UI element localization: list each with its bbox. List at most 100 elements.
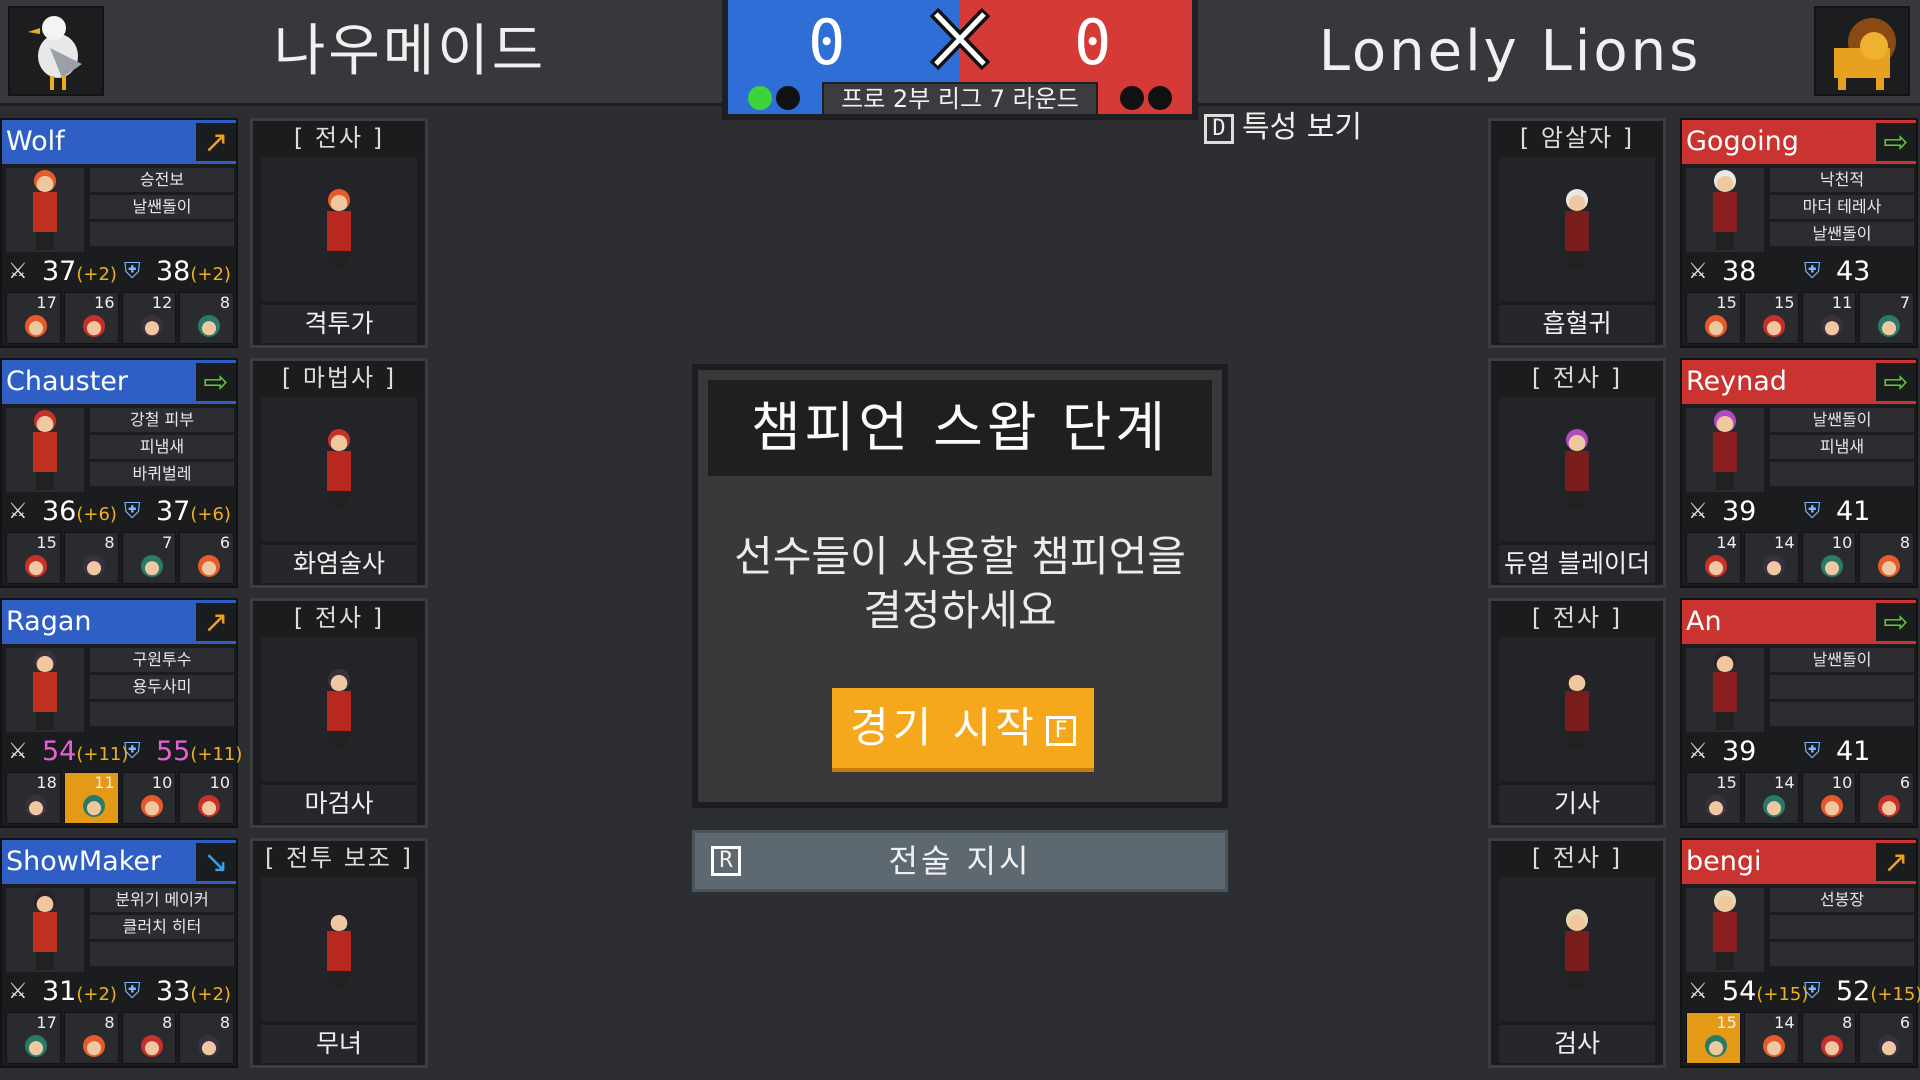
sprite-body bbox=[1713, 432, 1737, 472]
left-player-card[interactable]: ShowMaker ↘ 분위기 메이커 클러치 히터 ⚔ 31(+2) ⛨ 33(+2) 17 8… bbox=[0, 838, 238, 1068]
champion-mastery-row: 15 14 8 6 bbox=[1686, 1012, 1914, 1064]
champion-mastery-slot[interactable]: 15 bbox=[1743, 292, 1799, 344]
right-player-card[interactable]: Reynad ⇨ 날쌘돌이 피냄새 ⚔ 39 ⛨ 41 14 14 10 8 bbox=[1680, 358, 1918, 588]
defense-value: 41 bbox=[1836, 496, 1870, 531]
right-win-dot-2 bbox=[1148, 86, 1172, 110]
sprite-body bbox=[33, 432, 57, 472]
sprite-body bbox=[327, 691, 351, 731]
sprite-body bbox=[1565, 691, 1589, 731]
shield-icon: ⛨ bbox=[124, 739, 141, 764]
champion-sprite bbox=[325, 189, 353, 269]
defense-number: 55 bbox=[156, 736, 191, 767]
champion-sprite bbox=[1563, 909, 1591, 989]
champion-mastery-slot[interactable]: 10 bbox=[179, 772, 234, 824]
role-label: [ 전사 ] bbox=[1491, 361, 1663, 395]
champion-mastery-slot[interactable]: 6 bbox=[1859, 1012, 1914, 1064]
left-champion-slot[interactable]: [ 전사 ] 마검사 bbox=[250, 598, 428, 828]
left-score: 0 bbox=[808, 6, 846, 79]
champion-mastery-slot[interactable]: 14 bbox=[1686, 532, 1741, 584]
champion-mastery-slot[interactable]: 10 bbox=[1801, 772, 1857, 824]
champion-mastery-row: 15 15 11 7 bbox=[1686, 292, 1914, 344]
champion-sprite bbox=[31, 890, 59, 970]
champion-mastery-slot[interactable]: 6 bbox=[179, 532, 234, 584]
player-portrait bbox=[1686, 648, 1764, 732]
right-champion-slot[interactable]: [ 전사 ] 듀얼 블레이더 bbox=[1488, 358, 1666, 588]
champion-mastery-slot[interactable]: 15 bbox=[1686, 772, 1741, 824]
left-champion-slot[interactable]: [ 마법사 ] 화염술사 bbox=[250, 358, 428, 588]
champion-face-icon bbox=[198, 795, 221, 817]
champion-mastery-slot[interactable]: 8 bbox=[179, 1012, 234, 1064]
sprite-head bbox=[34, 410, 56, 432]
champion-mastery-slot[interactable]: 8 bbox=[63, 1012, 119, 1064]
right-player-card[interactable]: bengi ↗ 선봉장 ⚔ 54(+15) ⛨ 52(+15) 15 14 8 6 bbox=[1680, 838, 1920, 1068]
attack-bonus: (+15) bbox=[1756, 984, 1809, 1005]
sprite-legs bbox=[1568, 491, 1586, 509]
f-key-icon: F bbox=[1045, 715, 1076, 746]
champion-mastery-slot[interactable]: 17 bbox=[6, 1012, 61, 1064]
champion-mastery-slot[interactable]: 17 bbox=[6, 292, 61, 344]
left-champion-slot[interactable]: [ 전투 보조 ] 무녀 bbox=[250, 838, 428, 1068]
champion-mastery-slot[interactable]: 8 bbox=[1801, 1012, 1857, 1064]
sprite-legs bbox=[1716, 952, 1734, 970]
mastery-count: 15 bbox=[36, 533, 57, 552]
mastery-count: 10 bbox=[209, 773, 230, 792]
champion-mastery-slot[interactable]: 18 bbox=[6, 772, 61, 824]
right-player-card[interactable]: Gogoing ⇨ 낙천적 마더 테레사 날쌘돌이 ⚔ 38 ⛨ 43 15 15 11 7 bbox=[1680, 118, 1918, 348]
champion-mastery-slot[interactable]: 11 bbox=[1801, 292, 1857, 344]
champion-mastery-slot[interactable]: 11 bbox=[63, 772, 119, 824]
mastery-count: 18 bbox=[36, 773, 57, 792]
left-player-card[interactable]: Ragan ↗ 구원투수 용두사미 ⚔ 54(+11) ⛨ 55(+11) 18 11 10 10 bbox=[0, 598, 242, 828]
attack-bonus: (+2) bbox=[76, 984, 117, 1005]
shield-icon: ⛨ bbox=[1804, 979, 1821, 1004]
champion-mastery-slot[interactable]: 8 bbox=[1859, 532, 1914, 584]
player-trait bbox=[1770, 702, 1914, 726]
champion-mastery-slot[interactable]: 7 bbox=[121, 532, 177, 584]
champion-face-icon bbox=[82, 315, 105, 337]
champion-face-icon bbox=[1878, 555, 1901, 577]
champion-sprite bbox=[31, 170, 59, 250]
defense-number: 52 bbox=[1836, 976, 1871, 1007]
right-champion-slot[interactable]: [ 전사 ] 검사 bbox=[1488, 838, 1666, 1068]
champion-mastery-slot[interactable]: 15 bbox=[6, 532, 61, 584]
mastery-count: 8 bbox=[219, 1013, 230, 1032]
champion-mastery-slot[interactable]: 8 bbox=[179, 292, 234, 344]
champion-mastery-slot[interactable]: 8 bbox=[121, 1012, 177, 1064]
role-name: 마법사 bbox=[302, 364, 376, 392]
champion-mastery-slot[interactable]: 16 bbox=[63, 292, 119, 344]
attack-number: 54 bbox=[42, 736, 77, 767]
champion-mastery-slot[interactable]: 10 bbox=[121, 772, 177, 824]
league-round-label: 프로 2부 리그 7 라운드 bbox=[822, 82, 1098, 116]
trait-view-toggle[interactable]: D 특성 보기 bbox=[1204, 108, 1362, 148]
left-player-card[interactable]: Chauster ⇨ 강철 피부 피냄새 바퀴벌레 ⚔ 36(+6) ⛨ 37(+6) 15 8 7 6 bbox=[0, 358, 238, 588]
left-champion-slot[interactable]: [ 전사 ] 격투가 bbox=[250, 118, 428, 348]
right-champion-slot[interactable]: [ 암살자 ] 흡혈귀 bbox=[1488, 118, 1666, 348]
champion-face-icon bbox=[82, 555, 105, 577]
player-trait bbox=[90, 702, 234, 726]
right-player-card[interactable]: An ⇨ 날쌘돌이 ⚔ 39 ⛨ 41 15 14 10 6 bbox=[1680, 598, 1918, 828]
bracket-right: ] bbox=[1601, 604, 1623, 632]
champion-mastery-slot[interactable]: 10 bbox=[1801, 532, 1857, 584]
champion-mastery-slot[interactable]: 12 bbox=[121, 292, 177, 344]
mastery-count: 15 bbox=[1716, 293, 1737, 312]
champion-mastery-slot[interactable]: 15 bbox=[1686, 1012, 1741, 1064]
champion-mastery-slot[interactable]: 7 bbox=[1859, 292, 1914, 344]
defense-bonus: (+11) bbox=[190, 744, 243, 765]
champion-face-icon bbox=[1820, 315, 1843, 337]
right-champion-slot[interactable]: [ 전사 ] 기사 bbox=[1488, 598, 1666, 828]
role-name: 암살자 bbox=[1540, 124, 1614, 152]
champion-mastery-slot[interactable]: 8 bbox=[63, 532, 119, 584]
player-trait bbox=[1770, 942, 1914, 966]
champion-mastery-slot[interactable]: 14 bbox=[1743, 532, 1799, 584]
champion-mastery-slot[interactable]: 6 bbox=[1859, 772, 1914, 824]
tactics-button[interactable]: R 전술 지시 bbox=[692, 830, 1228, 892]
champion-mastery-slot[interactable]: 15 bbox=[1686, 292, 1741, 344]
left-player-card[interactable]: Wolf ↗ 승전보 날쌘돌이 ⚔ 37(+2) ⛨ 38(+2) 17 16 12 8 bbox=[0, 118, 238, 348]
player-portrait bbox=[6, 168, 84, 252]
champion-mastery-slot[interactable]: 14 bbox=[1743, 1012, 1799, 1064]
champion-mastery-slot[interactable]: 14 bbox=[1743, 772, 1799, 824]
start-match-button[interactable]: 경기 시작 F bbox=[832, 688, 1094, 772]
attack-value: 54(+11) bbox=[42, 736, 128, 771]
sprite-body bbox=[327, 211, 351, 251]
seagull-team-logo bbox=[8, 6, 104, 96]
champion-mastery-row: 18 11 10 10 bbox=[6, 772, 234, 824]
